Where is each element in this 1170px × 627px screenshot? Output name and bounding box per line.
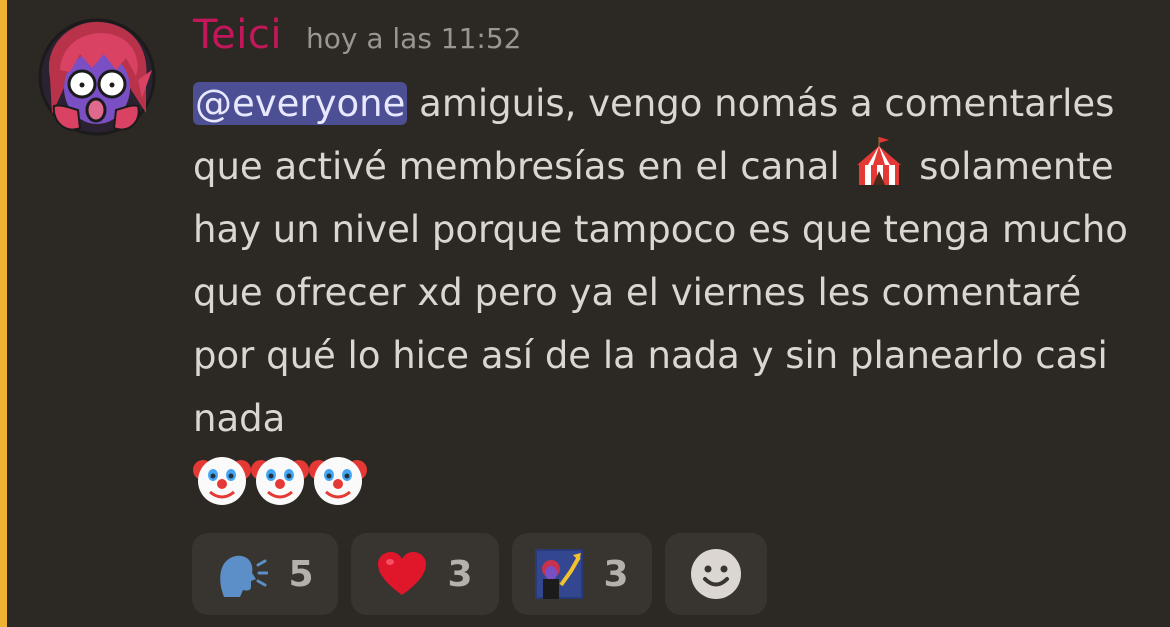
message-frame: Teici hoy a las 11:52 @everyone amiguis,…: [0, 0, 1170, 627]
add-reaction-button[interactable]: [665, 533, 767, 615]
custom-avatar-chart-icon: [535, 549, 584, 599]
clown-face-icon: [309, 457, 367, 505]
red-heart-icon: [378, 552, 427, 595]
reaction-speaking-head[interactable]: 5: [192, 533, 338, 615]
reaction-count: 5: [288, 553, 314, 595]
circus-tent-icon: [857, 137, 902, 185]
clown-face-icon: [251, 457, 309, 505]
author-username[interactable]: Teici: [193, 12, 282, 58]
speaking-head-icon: [220, 555, 269, 597]
everyone-mention[interactable]: @everyone: [193, 82, 408, 125]
mention-highlight-bar: [0, 0, 7, 627]
reaction-custom-emoji[interactable]: 3: [512, 533, 652, 615]
avatar-image: [38, 18, 156, 136]
reaction-count: 3: [603, 553, 629, 595]
message-header: Teici hoy a las 11:52: [193, 12, 522, 58]
reactions-bar: 5 3 3: [192, 533, 767, 615]
message-content: @everyone amiguis, vengo nomás a comenta…: [193, 72, 1148, 515]
clown-emoji-row: [193, 457, 367, 505]
message-text-part-2: solamente hay un nivel porque tampoco es…: [193, 145, 1128, 440]
message-timestamp[interactable]: hoy a las 11:52: [306, 22, 522, 55]
user-avatar[interactable]: [38, 18, 156, 136]
add-reaction-smile-icon: [691, 549, 741, 599]
reaction-red-heart[interactable]: 3: [351, 533, 499, 615]
reaction-count: 3: [447, 553, 473, 595]
clown-face-icon: [193, 457, 251, 505]
